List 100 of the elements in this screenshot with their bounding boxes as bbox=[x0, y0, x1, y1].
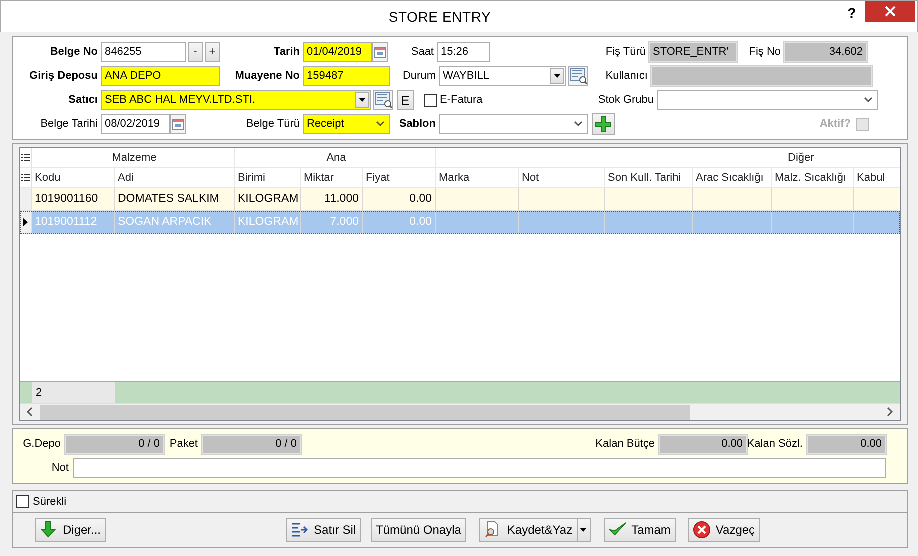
table-row[interactable]: 1019001160 DOMATES SALKIM KILOGRAM 11.000 0.00 bbox=[20, 188, 900, 211]
row-header[interactable] bbox=[20, 211, 32, 233]
column-header[interactable]: Birimi bbox=[235, 168, 301, 187]
input-field[interactable]: STORE_ENTR' bbox=[649, 42, 737, 62]
column-header[interactable]: Arac Sıcaklığı bbox=[693, 168, 772, 187]
table-cell: KILOGRAM bbox=[235, 188, 301, 210]
field-label: Tarih bbox=[272, 46, 301, 58]
column-header[interactable]: Kabul bbox=[854, 168, 900, 187]
field-label: Saat bbox=[410, 46, 435, 58]
table-cell: 1019001112 bbox=[32, 211, 115, 233]
field-label: Kalan Bütçe bbox=[596, 438, 656, 450]
chevron-icon bbox=[376, 120, 385, 128]
checkbox[interactable] bbox=[424, 94, 437, 106]
group-header: Malzeme bbox=[32, 148, 235, 167]
column-header[interactable]: Son Kull. Tarihi bbox=[605, 168, 693, 187]
table-cell: KILOGRAM bbox=[235, 211, 301, 233]
checkbox[interactable] bbox=[16, 495, 29, 508]
list-search-icon bbox=[374, 91, 392, 109]
input-field[interactable]: 15:26 bbox=[437, 42, 490, 62]
column-header[interactable]: Adi bbox=[115, 168, 235, 187]
note-field[interactable] bbox=[73, 458, 886, 478]
lookup-button[interactable] bbox=[568, 66, 588, 86]
field-label: Durum bbox=[402, 70, 437, 82]
input-field[interactable]: WAYBILL bbox=[439, 66, 566, 86]
e-button[interactable]: E bbox=[397, 90, 414, 110]
chevron-icon bbox=[574, 120, 583, 128]
input-field: 0.00 bbox=[659, 434, 747, 454]
column-header[interactable]: Marka bbox=[436, 168, 519, 187]
column-chooser-icon bbox=[21, 154, 30, 162]
table-cell: 0.00 bbox=[363, 188, 436, 210]
calendar-button[interactable] bbox=[170, 114, 186, 134]
stepper-button[interactable]: - bbox=[188, 42, 203, 62]
input-field[interactable]: ANA DEPO bbox=[101, 66, 220, 86]
field-label: Satıcı bbox=[68, 94, 99, 106]
field-label: Belge No bbox=[49, 46, 99, 58]
field-label: Sablon bbox=[398, 118, 437, 130]
field-label: Kalan Sözl. bbox=[747, 438, 804, 450]
horizontal-scrollbar[interactable] bbox=[20, 403, 900, 420]
column-header[interactable]: Miktar bbox=[301, 168, 363, 187]
field-label: Belge Türü bbox=[245, 118, 301, 130]
action-button[interactable]: Satır Sil bbox=[286, 518, 362, 542]
dropdown-button[interactable] bbox=[550, 68, 564, 84]
column-header[interactable]: Malz. Sıcaklığı bbox=[772, 168, 854, 187]
add-button[interactable] bbox=[592, 113, 615, 135]
caret-icon bbox=[552, 72, 562, 80]
menu-button[interactable] bbox=[578, 518, 591, 542]
row-count: 2 bbox=[32, 382, 115, 403]
input-field[interactable]: 846255 bbox=[101, 42, 186, 62]
column-chooser-icon bbox=[21, 174, 30, 182]
checkbox-label: E-Fatura bbox=[440, 94, 484, 106]
field-label: Belge Tarihi bbox=[40, 118, 99, 130]
cancel-icon bbox=[692, 521, 711, 539]
action-button[interactable]: Vazgeç bbox=[688, 518, 760, 542]
field-label: G.Depo bbox=[22, 438, 62, 450]
group-header: Ana bbox=[235, 148, 436, 167]
table-cell: SOGAN ARPACIK bbox=[115, 211, 235, 233]
input-field[interactable]: 159487 bbox=[303, 66, 390, 86]
field-label: Not bbox=[50, 462, 70, 474]
list-search-icon bbox=[568, 67, 588, 85]
input-field[interactable] bbox=[657, 90, 878, 110]
row-pointer-icon bbox=[23, 218, 28, 226]
caret-icon bbox=[358, 96, 366, 104]
column-header[interactable]: Kodu bbox=[32, 168, 115, 187]
action-button[interactable]: Kaydet&Yaz bbox=[479, 518, 578, 542]
dropdown-button[interactable] bbox=[355, 92, 369, 108]
input-field[interactable]: SEB ABC HAL MEYV.LTD.STI. bbox=[101, 90, 371, 110]
action-button[interactable]: Diger... bbox=[35, 518, 106, 542]
input-field[interactable]: 08/02/2019 bbox=[101, 114, 170, 134]
window-title: STORE ENTRY bbox=[388, 8, 492, 24]
help-button[interactable]: ? bbox=[839, 4, 865, 22]
close-button[interactable] bbox=[865, 1, 915, 22]
calendar-button[interactable] bbox=[372, 42, 388, 62]
chevron-icon bbox=[864, 96, 873, 104]
field-label: Kullanıcı bbox=[604, 70, 649, 82]
action-button[interactable]: Tümünü Onayla bbox=[371, 518, 466, 542]
input-field: 0.00 bbox=[807, 434, 886, 454]
input-field[interactable]: 34,602 bbox=[784, 42, 867, 62]
table-cell: DOMATES SALKIM bbox=[115, 188, 235, 210]
column-header[interactable]: Not bbox=[519, 168, 605, 187]
input-field[interactable]: Receipt bbox=[303, 114, 390, 134]
field-label: Fiş No bbox=[748, 46, 782, 58]
calendar-icon bbox=[171, 117, 185, 131]
field-label: Stok Grubu bbox=[597, 94, 655, 106]
table-cell: 1019001160 bbox=[32, 188, 115, 210]
close-icon bbox=[884, 6, 896, 17]
action-button[interactable]: Tamam bbox=[604, 518, 676, 542]
stepper-button[interactable]: + bbox=[205, 42, 220, 62]
caret-icon bbox=[579, 526, 588, 534]
checkbox-label: Sürekli bbox=[33, 496, 67, 508]
input-field[interactable] bbox=[439, 114, 588, 134]
field-label: Paket bbox=[168, 438, 199, 450]
column-header[interactable]: Fiyat bbox=[363, 168, 436, 187]
group-header: Diğer bbox=[436, 148, 900, 167]
plus-icon bbox=[595, 116, 612, 132]
input-field: 0 / 0 bbox=[202, 434, 301, 454]
input-field[interactable]: 01/04/2019 bbox=[303, 42, 372, 62]
field-label: Muayene No bbox=[234, 70, 301, 82]
lookup-button[interactable] bbox=[373, 90, 393, 110]
table-cell: 11.000 bbox=[301, 188, 363, 210]
table-cell: 7.000 bbox=[301, 211, 363, 233]
